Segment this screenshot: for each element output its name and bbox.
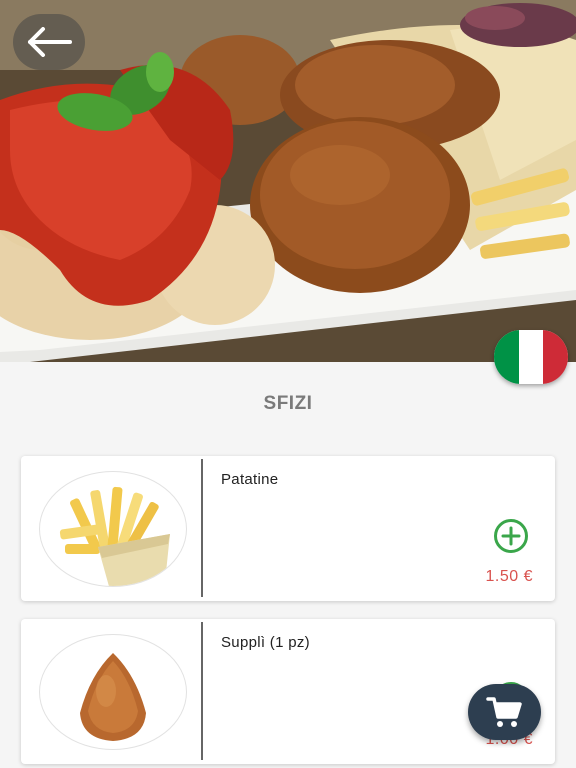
suppli-image xyxy=(39,634,187,750)
menu-item-card[interactable]: Supplì (1 pz) 1.00 € xyxy=(21,619,555,764)
hero-food-image xyxy=(0,0,576,362)
hero-food-illustration xyxy=(0,0,576,362)
plus-circle-icon xyxy=(494,519,528,553)
fries-image xyxy=(39,471,187,587)
item-name: Patatine xyxy=(221,471,279,488)
back-button[interactable] xyxy=(13,14,85,70)
fries-illustration xyxy=(59,486,170,586)
cart-button[interactable] xyxy=(468,684,541,740)
menu-item-card[interactable]: Patatine 1.50 € xyxy=(21,456,555,601)
item-price: 1.50 € xyxy=(485,568,533,585)
card-divider xyxy=(201,622,203,760)
cart-icon xyxy=(485,697,522,727)
suppli-illustration xyxy=(80,653,146,741)
menu-screen: SFIZI Patatine 1.50 € Supplì (1 pz) xyxy=(0,0,576,768)
item-name: Supplì (1 pz) xyxy=(221,634,310,651)
section-title: SFIZI xyxy=(263,393,313,414)
card-divider xyxy=(201,459,203,597)
arrow-left-icon xyxy=(28,27,72,57)
italy-flag-white xyxy=(518,330,544,384)
language-selector-button[interactable] xyxy=(494,330,568,384)
add-to-cart-button[interactable] xyxy=(493,518,529,554)
